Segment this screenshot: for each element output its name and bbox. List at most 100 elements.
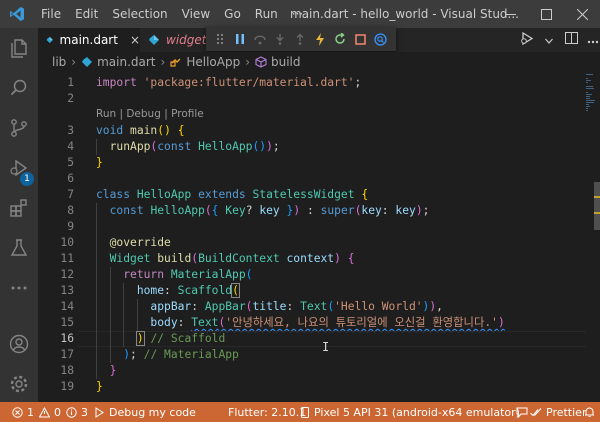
breadcrumb-method[interactable]: build	[271, 55, 301, 69]
breadcrumb-folder-lib[interactable]: lib	[52, 55, 66, 69]
line-number: 3	[67, 124, 74, 137]
menu-go[interactable]: Go	[217, 0, 248, 28]
breadcrumb-separator: ›	[71, 55, 77, 69]
menu-file[interactable]: File	[34, 0, 68, 28]
indent-guide	[136, 299, 138, 331]
code-line[interactable]: 14 appBar: AppBar(title: Text('Hello Wor…	[38, 299, 586, 315]
menu-selection[interactable]: Selection	[105, 0, 174, 28]
restart-icon[interactable]	[330, 29, 350, 49]
minimap-line	[586, 104, 590, 105]
code-line[interactable]: 6	[38, 171, 586, 187]
device-icon	[301, 406, 309, 418]
code-text: Widget build(BuildContext context) {	[109, 252, 355, 265]
chevron-down-icon[interactable]	[538, 33, 560, 48]
close-icon[interactable]	[564, 0, 600, 28]
code-line[interactable]: 4 runApp(const HelloApp());	[38, 139, 586, 155]
line-number: 12	[60, 268, 74, 281]
prettier-status[interactable]: Prettier	[530, 402, 586, 422]
code-line[interactable]: 8 const HelloApp({ Key? key }) : super(k…	[38, 203, 586, 219]
more-icon[interactable]	[0, 268, 38, 308]
line-number: 5	[67, 156, 74, 169]
explorer-icon[interactable]	[0, 28, 38, 68]
breadcrumb-separator: ›	[245, 55, 250, 69]
minimap-line	[586, 74, 593, 75]
indent-guide	[123, 283, 125, 347]
source-control-icon[interactable]	[0, 108, 38, 148]
code-text: body: Text('안녕하세요, 나요의 튜토리얼에 오신걸 환영합니다.'…	[150, 316, 505, 329]
settings-gear-icon[interactable]	[0, 364, 38, 404]
code-text: ) // Scaffold	[135, 331, 226, 346]
breadcrumb-file[interactable]: main.dart	[97, 55, 155, 69]
code-line[interactable]: 1 import 'package:flutter/material.dart';	[38, 75, 586, 91]
step-over-icon[interactable]	[250, 29, 270, 49]
maximize-icon[interactable]	[528, 0, 564, 28]
minimap-line	[586, 110, 588, 111]
devtools-icon[interactable]	[370, 29, 390, 49]
tab-close-icon[interactable]: ×	[130, 33, 140, 47]
problems-indicator[interactable]: 1 0 3	[12, 402, 88, 422]
info-icon	[66, 406, 77, 418]
code-editor[interactable]: 1 import 'package:flutter/material.dart';…	[38, 72, 586, 402]
code-text: }	[109, 364, 117, 377]
code-line[interactable]: 2	[38, 91, 586, 107]
code-line[interactable]: 15 body: Text('안녕하세요, 나요의 튜토리얼에 오신걸 환영합니…	[38, 315, 586, 331]
step-into-icon[interactable]	[270, 29, 290, 49]
minimap[interactable]	[586, 72, 600, 402]
debug-toolbar	[206, 27, 396, 51]
code-line[interactable]: 7 class HelloApp extends StatelessWidget …	[38, 187, 586, 203]
testing-icon[interactable]	[0, 228, 38, 268]
menu-edit[interactable]: Edit	[68, 0, 105, 28]
code-text: void main() {	[96, 124, 185, 137]
debug-launch-item[interactable]: Debug my code	[94, 402, 196, 422]
menu-view[interactable]: View	[175, 0, 217, 28]
debug-label: Debug my code	[109, 405, 196, 419]
split-editor-icon[interactable]	[560, 32, 582, 48]
line-number: 18	[60, 364, 74, 377]
minimap-line	[586, 92, 588, 93]
code-line[interactable]: 10 @override	[38, 235, 586, 251]
pause-icon[interactable]	[230, 29, 250, 49]
breadcrumb-class[interactable]: HelloApp	[186, 55, 240, 69]
hot-reload-icon[interactable]	[310, 29, 330, 49]
code-line[interactable]: 12 return MaterialApp(	[38, 267, 586, 283]
minimap-line	[586, 80, 591, 81]
menu-run[interactable]: Run	[248, 0, 285, 28]
search-icon[interactable]	[0, 68, 38, 108]
line-number: 13	[60, 284, 74, 297]
accounts-icon[interactable]	[0, 324, 38, 364]
code-line[interactable]: 9	[38, 219, 586, 235]
code-line[interactable]: 19}	[38, 379, 586, 395]
step-out-icon[interactable]	[290, 29, 310, 49]
code-line[interactable]: 16 ) // Scaffold	[38, 331, 586, 347]
flutter-version[interactable]: Flutter: 2.10.1	[228, 402, 306, 422]
code-line[interactable]: 3 void main() {	[38, 123, 586, 139]
extensions-icon[interactable]	[0, 188, 38, 228]
code-line[interactable]: 5}	[38, 155, 586, 171]
codelens-run-debug-profile[interactable]: Run | Debug | Profile	[96, 108, 204, 120]
scrollbar-marker	[594, 212, 600, 214]
stop-icon[interactable]	[350, 29, 370, 49]
notifications-bell-icon[interactable]	[584, 402, 599, 422]
class-symbol-icon	[170, 58, 181, 67]
line-number: 8	[67, 204, 74, 217]
code-line[interactable]: 17 ); // MaterialApp	[38, 347, 586, 363]
minimap-line	[586, 88, 595, 89]
code-text: }	[96, 156, 103, 169]
device-selector[interactable]: Pixel 5 API 31 (android-x64 emulator)	[300, 402, 520, 422]
code-line[interactable]: 11 Widget build(BuildContext context) {	[38, 251, 586, 267]
drag-handle-icon[interactable]	[210, 29, 230, 49]
code-line[interactable]: 18 }	[38, 363, 586, 379]
run-debug-icon[interactable]: 1	[0, 148, 38, 188]
more-actions-icon[interactable]	[582, 33, 600, 48]
scrollbar-marker	[594, 196, 600, 198]
minimap-line	[586, 102, 595, 103]
debug-alt-icon	[95, 406, 104, 418]
code-text: const HelloApp({ Key? key }) : super(key…	[109, 204, 430, 217]
scrollbar-thumb[interactable]	[594, 182, 600, 230]
code-text: ); // MaterialApp	[123, 348, 239, 361]
run-debug-icon[interactable]	[516, 31, 538, 49]
line-number: 9	[67, 220, 74, 233]
minimize-icon[interactable]	[492, 0, 528, 28]
code-line[interactable]: 13 home: Scaffold(	[38, 283, 586, 299]
tab-main-dart[interactable]: main.dart ×	[38, 28, 140, 52]
